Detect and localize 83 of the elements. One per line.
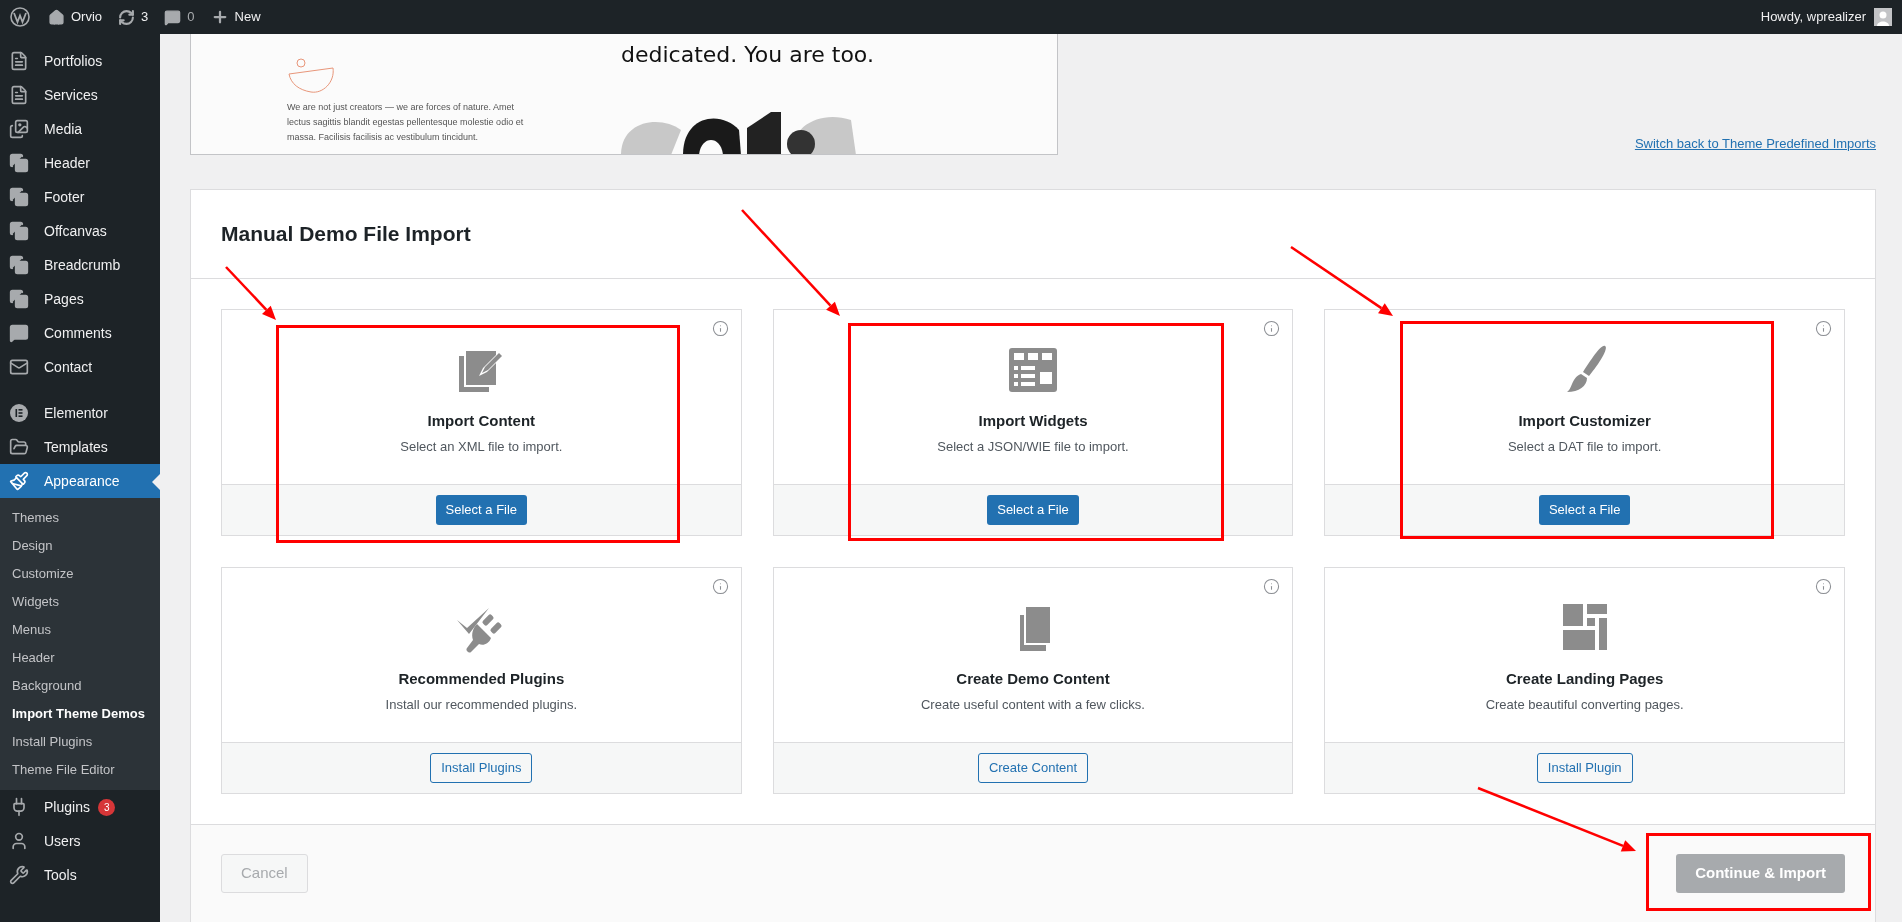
sidebar-item[interactable]: Contact <box>0 350 160 384</box>
document-icon <box>9 51 29 71</box>
submenu-item[interactable]: Import Theme Demos <box>0 700 160 728</box>
avatar-icon <box>1874 8 1892 26</box>
pages-icon <box>9 187 29 207</box>
info-icon[interactable] <box>711 320 729 337</box>
action-button[interactable]: Install Plugin <box>1536 753 1633 783</box>
account-link[interactable]: Howdy, wprealizer <box>1760 7 1892 27</box>
card-description: Install our recommended plugins. <box>385 695 578 714</box>
select-file-button[interactable]: Select a File <box>435 495 528 525</box>
card-description: Create useful content with a few clicks. <box>921 695 1145 714</box>
sidebar-item[interactable]: Footer <box>0 180 160 214</box>
submenu-item[interactable]: Widgets <box>0 588 160 616</box>
site-link[interactable]: Orvio <box>48 7 103 27</box>
submenu-item[interactable]: Theme File Editor <box>0 756 160 784</box>
switch-back-link[interactable]: Switch back to Theme Predefined Imports <box>1634 133 1876 153</box>
card-title: Import Customizer <box>1518 411 1651 431</box>
card-description: Create beautiful converting pages. <box>1485 695 1684 714</box>
card-description: Select a JSON/WIE file to import. <box>937 437 1129 456</box>
bowl-icon <box>287 58 337 94</box>
submenu-item[interactable]: Install Plugins <box>0 728 160 756</box>
pages-icon <box>9 255 29 275</box>
submenu-item[interactable]: Menus <box>0 616 160 644</box>
info-icon[interactable] <box>1263 578 1281 595</box>
person-icon <box>9 831 29 851</box>
document-icon <box>9 85 29 105</box>
home-icon <box>48 8 65 26</box>
card-title: Recommended Plugins <box>398 669 565 689</box>
info-icon[interactable] <box>1815 320 1832 337</box>
sidebar-item[interactable]: Templates <box>0 430 160 464</box>
sidebar-item[interactable]: Offcanvas <box>0 214 160 248</box>
sidebar-item[interactable]: Header <box>0 146 160 180</box>
wrench-icon <box>9 865 29 885</box>
action-button[interactable]: Create Content <box>977 753 1089 783</box>
comments-link[interactable]: 0 <box>164 7 195 27</box>
card-description: Select a DAT file to import. <box>1507 437 1662 456</box>
action-button[interactable]: Install Plugins <box>430 753 533 783</box>
sidebar-item[interactable]: Elementor <box>0 396 160 430</box>
card-title: Create Landing Pages <box>1505 669 1664 689</box>
refresh-icon <box>118 8 136 26</box>
new-link[interactable]: New <box>210 7 261 27</box>
sidebar-item[interactable]: Users <box>0 824 160 858</box>
sidebar-item[interactable]: Media <box>0 112 160 146</box>
info-icon[interactable] <box>711 578 729 595</box>
card-title: Create Demo Content <box>956 669 1110 689</box>
sidebar-item[interactable]: Plugins 3 <box>0 790 160 824</box>
current-pointer-icon <box>152 474 160 490</box>
updates-link[interactable]: 3 <box>118 7 149 27</box>
submenu-item[interactable]: Themes <box>0 504 160 532</box>
speech-bubble-icon <box>9 323 29 343</box>
annotation-arrow <box>225 266 276 320</box>
select-file-button[interactable]: Select a File <box>987 495 1079 525</box>
sidebar-item[interactable]: Appearance <box>0 464 160 498</box>
sidebar-item[interactable]: Tools <box>0 858 160 892</box>
submenu-item[interactable]: Customize <box>0 560 160 588</box>
envelope-icon <box>9 357 29 377</box>
sidebar-item[interactable]: Breadcrumb <box>0 248 160 282</box>
paintbrush-icon <box>9 471 29 491</box>
folder-icon <box>9 437 29 457</box>
submenu-item[interactable]: Header <box>0 644 160 672</box>
panel-title: Manual Demo File Import <box>221 221 471 248</box>
pages-icon <box>9 153 29 173</box>
elementor-icon <box>9 403 29 423</box>
speech-bubble-icon <box>164 8 182 26</box>
sidebar-item[interactable]: Portfolios <box>0 44 160 78</box>
preview-paragraph: We are not just creators — we are forces of nature. Amet lectus sagittis blandit egestas pellentesque molestie odio et massa. Facilisis facilisis ac vestibulum tincidunt. <box>287 101 525 144</box>
media-icon <box>9 119 29 139</box>
card-description: Select an XML file to import. <box>400 437 563 456</box>
sidebar-item[interactable]: Services <box>0 78 160 112</box>
submenu-item[interactable]: Design <box>0 532 160 560</box>
pages-icon <box>9 289 29 309</box>
submenu-item[interactable]: Background <box>0 672 160 700</box>
card-title: Import Content <box>427 411 536 431</box>
select-file-button[interactable]: Select a File <box>1538 495 1631 525</box>
sidebar-item[interactable]: Pages <box>0 282 160 316</box>
pages-icon <box>9 221 29 241</box>
sidebar-item[interactable]: Comments <box>0 316 160 350</box>
card-title: Import Widgets <box>978 411 1088 431</box>
wordpress-logo-icon[interactable] <box>10 7 30 27</box>
preview-headline: dedicated. You are too. <box>621 41 874 69</box>
info-icon[interactable] <box>1815 578 1832 595</box>
info-icon[interactable] <box>1263 320 1281 337</box>
count-badge: 3 <box>97 798 116 816</box>
